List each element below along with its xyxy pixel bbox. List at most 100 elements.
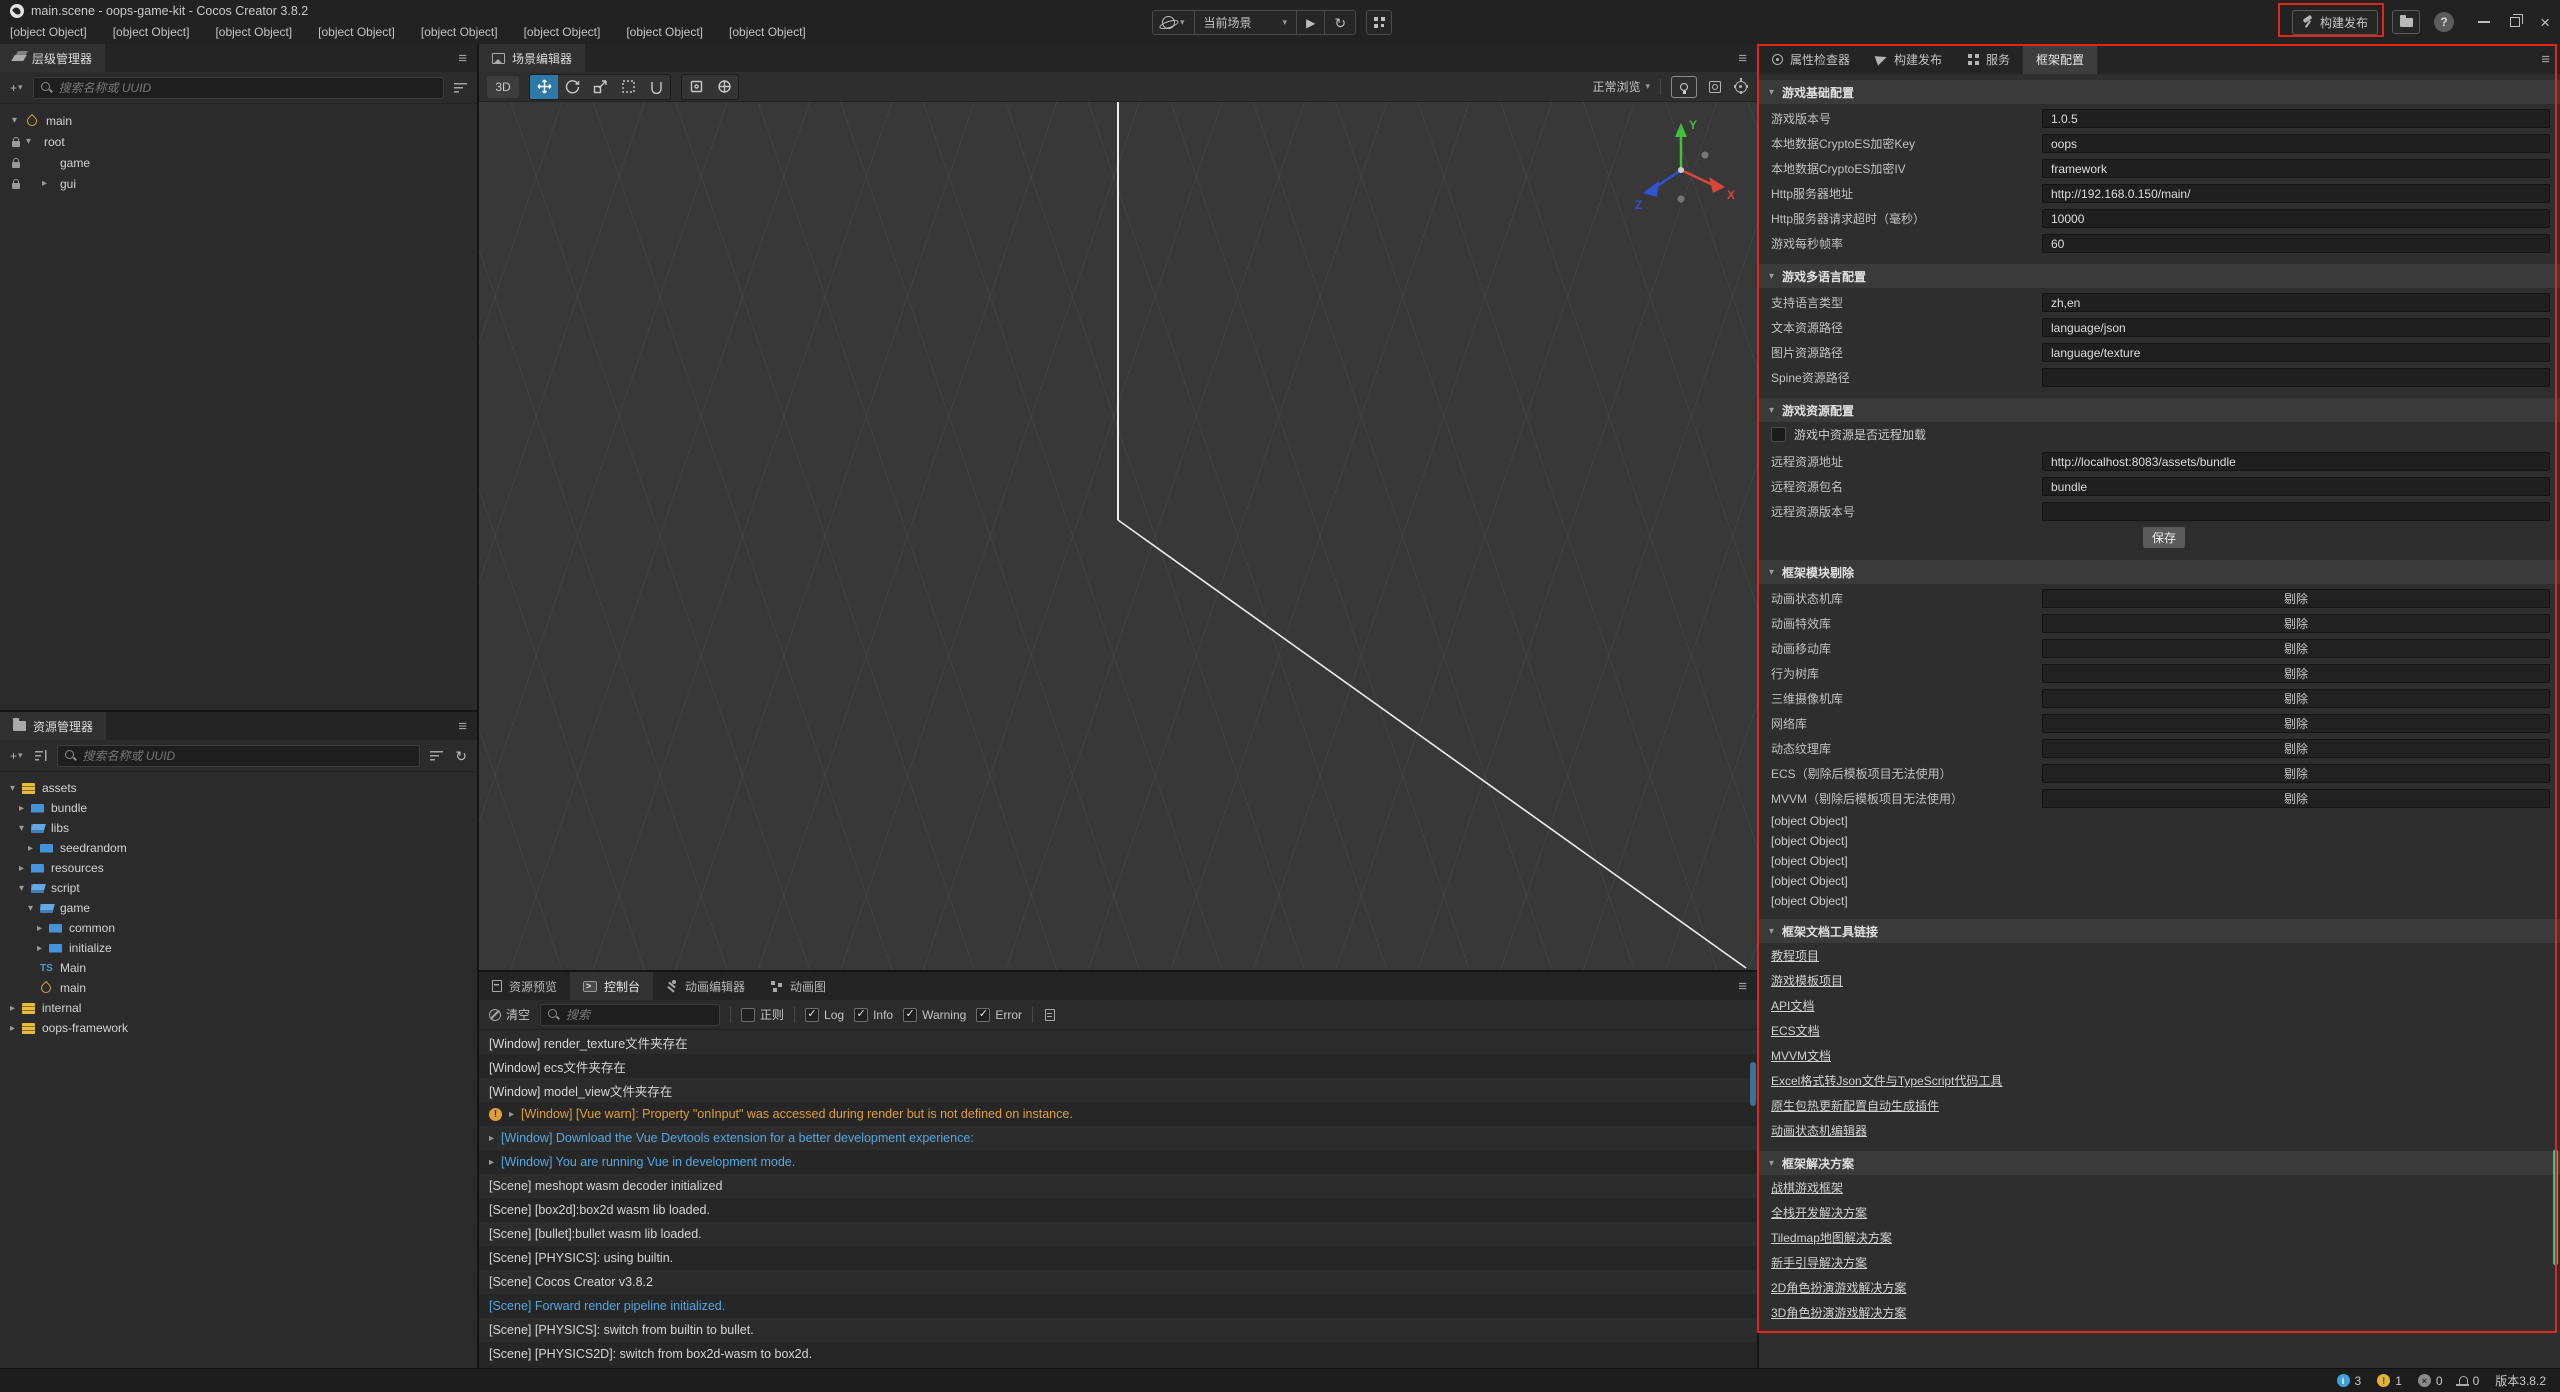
assets-search-input[interactable]: [83, 749, 413, 763]
hierarchy-search-input[interactable]: [59, 81, 436, 95]
expand-chevron-icon[interactable]: [10, 783, 22, 794]
scale-tool-button[interactable]: [586, 75, 614, 99]
log-filter-toggle[interactable]: ✓ Warning: [903, 1008, 966, 1022]
solution-link[interactable]: 3D角色扮演游戏解决方案: [1771, 1304, 1906, 1321]
asset-node[interactable]: Main: [0, 958, 477, 978]
preview-qr-button[interactable]: [1366, 10, 1392, 35]
expand-chevron-icon[interactable]: [19, 803, 31, 814]
save-button[interactable]: 保存: [2143, 527, 2185, 548]
warning-count[interactable]: ! 1: [2377, 1374, 2402, 1388]
field-input[interactable]: [2042, 234, 2550, 253]
field-input[interactable]: [2042, 209, 2550, 228]
log-row[interactable]: ! ▸ [Window] [Vue warn]: Property "onInp…: [479, 1102, 1757, 1126]
asset-node[interactable]: game: [0, 898, 477, 918]
doc-link[interactable]: 游戏模板项目: [1771, 972, 1843, 989]
expand-chevron-icon[interactable]: [42, 178, 56, 189]
log-row[interactable]: [Scene] [box2d]:box2d wasm lib loaded.: [479, 1198, 1757, 1222]
section-header-modules[interactable]: ▾ 框架模块剔除: [1759, 560, 2560, 584]
asset-node[interactable]: seedrandom: [0, 838, 477, 858]
field-input[interactable]: [2042, 452, 2550, 471]
solution-link[interactable]: 全栈开发解决方案: [1771, 1204, 1867, 1221]
remote-load-checkbox[interactable]: [1771, 427, 1786, 442]
coordinate-toggle-button[interactable]: [710, 75, 738, 99]
scene-settings-button[interactable]: [1733, 77, 1749, 97]
notification-count[interactable]: 0: [2459, 1374, 2480, 1388]
remove-module-button[interactable]: 剔除: [2042, 764, 2550, 783]
log-row[interactable]: [Scene] [PHYSICS2D]: switch from box2d-w…: [479, 1342, 1757, 1366]
close-button[interactable]: ×: [2540, 14, 2550, 31]
pivot-toggle-button[interactable]: [682, 75, 710, 99]
remove-module-button[interactable]: 剔除: [2042, 614, 2550, 633]
remove-module-button[interactable]: 剔除: [2042, 789, 2550, 808]
doc-link[interactable]: ECS文档: [1771, 1022, 1820, 1039]
expand-chevron-icon[interactable]: [12, 115, 26, 126]
panel-menu-icon[interactable]: ≡: [1738, 50, 1757, 67]
expand-chevron-icon[interactable]: [10, 1003, 22, 1014]
menu-item[interactable]: [object Object]: [10, 25, 87, 39]
log-row[interactable]: [Scene] meshopt wasm decoder initialized: [479, 1174, 1757, 1198]
field-input[interactable]: [2042, 109, 2550, 128]
expand-chevron-icon[interactable]: [26, 136, 40, 147]
asset-node[interactable]: script: [0, 878, 477, 898]
doc-link[interactable]: 动画状态机编辑器: [1771, 1122, 1867, 1139]
solution-link[interactable]: 战棋游戏框架: [1771, 1179, 1843, 1196]
asset-node[interactable]: libs: [0, 818, 477, 838]
filter-checkbox[interactable]: ✓: [805, 1008, 819, 1022]
clear-console-button[interactable]: 清空: [489, 1006, 530, 1023]
solution-link[interactable]: Tiledmap地图解决方案: [1771, 1229, 1892, 1246]
regex-checkbox[interactable]: [741, 1008, 755, 1022]
hierarchy-node[interactable]: gui: [0, 173, 477, 194]
remove-module-button[interactable]: 剔除: [2042, 714, 2550, 733]
field-input[interactable]: [2042, 368, 2550, 387]
tab-hierarchy[interactable]: 层级管理器: [0, 44, 105, 72]
console-tab[interactable]: 动画编辑器: [653, 972, 758, 1000]
view-config-button[interactable]: [1707, 77, 1723, 97]
asset-node[interactable]: resources: [0, 858, 477, 878]
field-input[interactable]: [2042, 293, 2550, 312]
expand-chevron-icon[interactable]: [19, 823, 31, 834]
panel-menu-icon[interactable]: ≡: [2541, 51, 2560, 68]
log-row[interactable]: ▸ [Window] You are running Vue in develo…: [479, 1150, 1757, 1174]
info-count[interactable]: i 3: [2337, 1374, 2362, 1388]
field-input[interactable]: [2042, 318, 2550, 337]
expand-chevron-icon[interactable]: ▸: [489, 1133, 494, 1144]
scene-selector[interactable]: 当前场景▾: [1195, 11, 1298, 34]
field-input[interactable]: [2042, 343, 2550, 362]
solution-link[interactable]: 2D角色扮演游戏解决方案: [1771, 1279, 1906, 1296]
asset-node[interactable]: main: [0, 978, 477, 998]
minimize-button[interactable]: [2478, 21, 2490, 23]
log-filter-toggle[interactable]: ✓ Info: [854, 1008, 893, 1022]
play-button[interactable]: ▶: [1297, 11, 1325, 34]
expand-chevron-icon[interactable]: ▸: [509, 1109, 514, 1120]
maximize-button[interactable]: [2510, 17, 2520, 27]
asset-node[interactable]: assets: [0, 778, 477, 798]
lock-icon[interactable]: [12, 158, 26, 168]
toggle-3d-button[interactable]: 3D: [487, 76, 519, 98]
console-search-input[interactable]: [566, 1008, 712, 1022]
log-row[interactable]: [Scene] Cocos Creator v3.8.2: [479, 1270, 1757, 1294]
reload-button[interactable]: ↻: [1325, 11, 1355, 34]
section-header-i18n[interactable]: ▾ 游戏多语言配置: [1759, 264, 2560, 288]
log-filter-toggle[interactable]: ✓ Error: [976, 1008, 1022, 1022]
menu-item[interactable]: [object Object]: [113, 25, 190, 39]
field-input[interactable]: [2042, 159, 2550, 178]
sort-assets-button[interactable]: [33, 746, 49, 766]
asset-node[interactable]: initialize: [0, 938, 477, 958]
remove-module-button[interactable]: 剔除: [2042, 689, 2550, 708]
expand-chevron-icon[interactable]: [19, 883, 31, 894]
console-tab[interactable]: 资源预览: [479, 972, 570, 1000]
help-button[interactable]: ?: [2434, 12, 2454, 32]
add-node-button[interactable]: +▾: [8, 78, 25, 98]
menu-item[interactable]: [object Object]: [318, 25, 395, 39]
console-scrollbar[interactable]: [1750, 1062, 1756, 1106]
hierarchy-node[interactable]: game: [0, 152, 477, 173]
expand-chevron-icon[interactable]: [37, 943, 49, 954]
error-count[interactable]: × 0: [2418, 1374, 2443, 1388]
tab-scene-editor[interactable]: 场景编辑器: [479, 44, 585, 72]
preview-device-select[interactable]: ▾: [1153, 11, 1195, 34]
section-header-resources[interactable]: ▾ 游戏资源配置: [1759, 398, 2560, 422]
asset-node[interactable]: bundle: [0, 798, 477, 818]
log-row[interactable]: [Scene] [bullet]:bullet wasm lib loaded.: [479, 1222, 1757, 1246]
doc-link[interactable]: Excel格式转Json文件与TypeScript代码工具: [1771, 1072, 2002, 1089]
menu-item[interactable]: [object Object]: [626, 25, 703, 39]
